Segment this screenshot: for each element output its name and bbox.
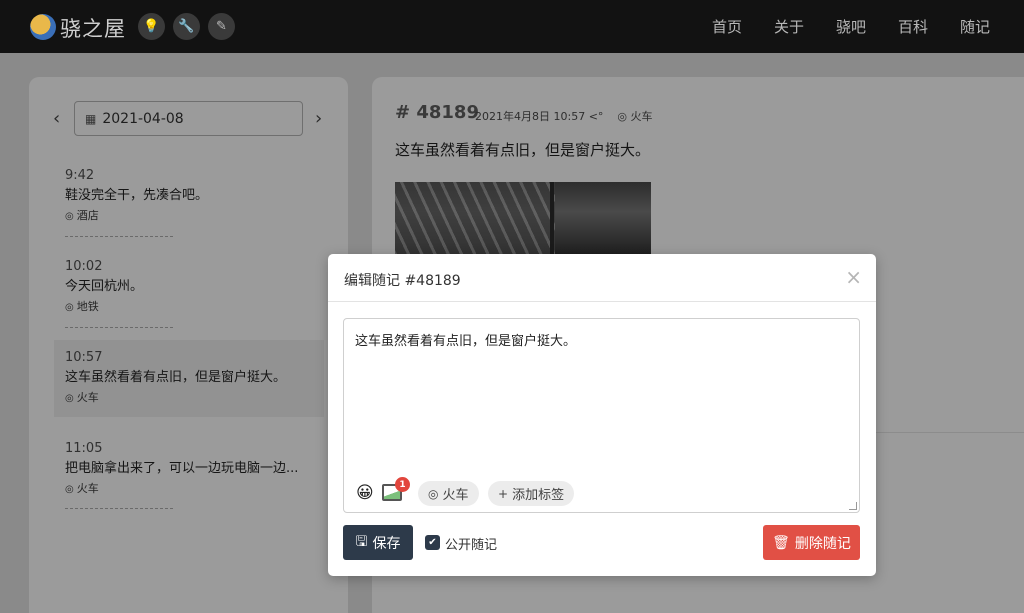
date-value: 2021-04-08	[102, 110, 184, 127]
site-logo[interactable]	[30, 14, 56, 40]
post-meta: 2021年4月8日 10:57 <° ◎ 火车	[475, 108, 653, 124]
note-content-textarea[interactable]: 这车虽然看着有点旧，但是窗户挺大。 😀 1 ◎ 火车 + 添加标签	[343, 318, 860, 513]
brand-name[interactable]: 骁之屋	[60, 13, 126, 43]
note-text: 鞋没完全干，先凑合吧。	[65, 188, 209, 203]
nav-links: 首页 关于 骁吧 百科 随记	[696, 16, 1006, 37]
panel-divider	[876, 432, 1024, 433]
nav-link-forum[interactable]: 骁吧	[820, 16, 882, 37]
trash-icon: 🗑	[772, 534, 790, 551]
note-list-item-active[interactable]: 10:57 这车虽然看着有点旧，但是窗户挺大。 ◎ 火车	[54, 340, 324, 417]
close-icon[interactable]: ×	[845, 265, 862, 289]
location-pin-icon: ◎	[65, 393, 74, 404]
image-count-badge: 1	[395, 477, 410, 492]
nav-link-home[interactable]: 首页	[696, 16, 758, 37]
next-date-button[interactable]: ›	[315, 108, 322, 129]
note-text: 这车虽然看着有点旧，但是窗户挺大。	[65, 370, 287, 385]
modal-title: 编辑随记 #48189	[344, 273, 461, 289]
edit-note-modal: 编辑随记 #48189 × 这车虽然看着有点旧，但是窗户挺大。 😀 1 ◎ 火车…	[328, 254, 876, 576]
nav-link-wiki[interactable]: 百科	[882, 16, 944, 37]
entry-divider	[65, 508, 173, 509]
note-text: 今天回杭州。	[65, 279, 144, 294]
public-checkbox-label[interactable]: 公开随记	[445, 534, 497, 553]
top-navbar: 骁之屋 💡 🔧 ✎ 首页 关于 骁吧 百科 随记	[0, 0, 1024, 53]
note-text: 把电脑拿出来了，可以一边玩电脑一边...	[65, 461, 299, 476]
note-location: ◎ 酒店	[65, 209, 99, 222]
note-time: 10:02	[65, 259, 103, 274]
note-list-item[interactable]: 10:02 今天回杭州。 ◎ 地铁	[54, 249, 324, 326]
note-time: 10:57	[65, 350, 103, 365]
public-checkbox[interactable]: ✔	[425, 535, 440, 550]
location-pin-icon: ◎	[65, 484, 74, 495]
prev-date-button[interactable]: ‹	[53, 108, 60, 129]
pencil-icon[interactable]: ✎	[208, 13, 235, 40]
share-icon[interactable]: <°	[589, 110, 604, 123]
nav-link-about[interactable]: 关于	[758, 16, 820, 37]
post-text: 这车虽然看着有点旧，但是窗户挺大。	[395, 141, 651, 159]
note-time: 9:42	[65, 168, 95, 183]
note-list-item[interactable]: 9:42 鞋没完全干，先凑合吧。 ◎ 酒店	[54, 158, 324, 235]
note-content-text: 这车虽然看着有点旧，但是窗户挺大。	[355, 334, 577, 349]
wrench-icon[interactable]: 🔧	[173, 13, 200, 40]
location-pin-icon: ◎	[428, 486, 439, 501]
note-location: ◎ 地铁	[65, 300, 99, 313]
location-chip[interactable]: ◎ 火车	[418, 481, 479, 506]
post-datetime: 2021年4月8日 10:57	[475, 110, 586, 123]
date-picker[interactable]: ▦ 2021-04-08	[74, 101, 303, 136]
post-location: 火车	[630, 110, 653, 123]
resize-handle[interactable]	[849, 502, 857, 510]
note-list-item[interactable]: 11:05 把电脑拿出来了，可以一边玩电脑一边... ◎ 火车	[54, 431, 324, 508]
save-button[interactable]: 🖫 保存	[343, 525, 413, 560]
note-time: 11:05	[65, 441, 103, 456]
note-location: ◎ 火车	[65, 482, 99, 495]
modal-header: 编辑随记 #48189 ×	[328, 254, 876, 302]
entry-divider	[65, 327, 173, 328]
post-id: # 48189	[395, 102, 479, 123]
emoji-icon[interactable]: 😀	[356, 483, 374, 503]
calendar-icon: ▦	[85, 111, 97, 126]
location-pin-icon: ◎	[65, 302, 74, 313]
location-pin-icon: ◎	[617, 110, 628, 123]
location-pin-icon: ◎	[65, 211, 74, 222]
note-location: ◎ 火车	[65, 391, 99, 404]
lightbulb-icon[interactable]: 💡	[138, 13, 165, 40]
entry-divider	[65, 236, 173, 237]
post-photo[interactable]	[395, 182, 651, 257]
add-tag-button[interactable]: + 添加标签	[488, 481, 575, 506]
nav-link-notes[interactable]: 随记	[944, 16, 1006, 37]
delete-note-button[interactable]: 🗑 删除随记	[763, 525, 860, 560]
floppy-icon: 🖫	[355, 533, 368, 550]
plus-icon: +	[498, 486, 509, 501]
